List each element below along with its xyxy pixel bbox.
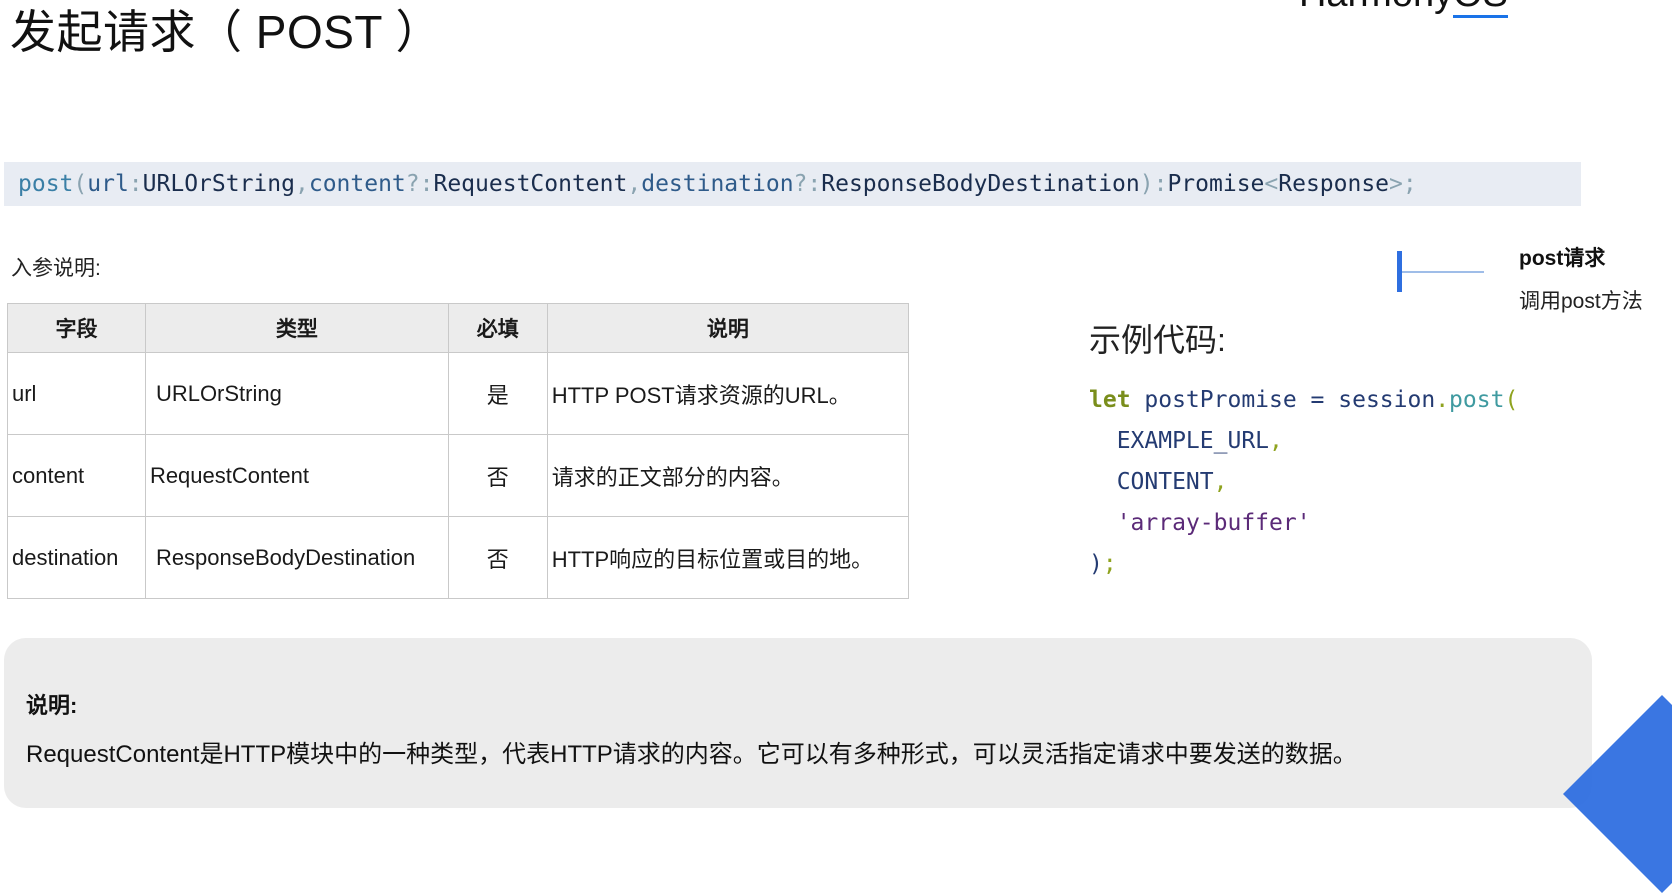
parameter-table: 字段 类型 必填 说明 url URLOrString 是 HTTP POST请… bbox=[7, 303, 910, 599]
cell-field: destination bbox=[7, 516, 146, 599]
sig-return-inner: Response bbox=[1278, 171, 1390, 197]
cell-description: HTTP POST请求资源的URL。 bbox=[546, 352, 910, 435]
header-required: 必填 bbox=[447, 303, 548, 353]
sig-param-url: url bbox=[87, 171, 129, 197]
code-line: 'array-buffer' bbox=[1089, 503, 1518, 544]
cell-type: ResponseBodyDestination bbox=[144, 516, 449, 599]
cell-required: 否 bbox=[447, 516, 548, 599]
code-arg-string: 'array-buffer' bbox=[1116, 510, 1311, 536]
sig-comma: , bbox=[627, 171, 642, 197]
cell-required: 否 bbox=[447, 434, 548, 517]
cell-required: 是 bbox=[447, 352, 548, 435]
note-text: RequestContent是HTTP模块中的一种类型，代表HTTP请求的内容。… bbox=[26, 741, 1357, 768]
sig-open: ( bbox=[73, 171, 88, 197]
page-title: 发起请求（ POST ） bbox=[10, 6, 442, 58]
sig-close: ): bbox=[1139, 171, 1168, 197]
cell-field: content bbox=[7, 434, 146, 517]
note-box: 说明: RequestContent是HTTP模块中的一种类型，代表HTTP请求… bbox=[4, 638, 1592, 808]
code-semi: ; bbox=[1102, 551, 1117, 577]
table-row: content RequestContent 否 请求的正文部分的内容。 bbox=[7, 434, 910, 517]
code-paren: ( bbox=[1504, 387, 1519, 413]
params-label: 入参说明: bbox=[11, 257, 101, 280]
annotation-connector bbox=[1402, 271, 1484, 273]
sig-type-content: RequestContent bbox=[433, 171, 628, 197]
sig-lt: < bbox=[1264, 171, 1279, 197]
header-field: 字段 bbox=[7, 303, 146, 353]
annotation-title: post请求 bbox=[1519, 247, 1606, 270]
brand-os: OS bbox=[1453, 0, 1508, 18]
brand-text: Harmony bbox=[1299, 0, 1453, 15]
table-row: url URLOrString 是 HTTP POST请求资源的URL。 bbox=[7, 352, 910, 435]
sig-return-type: Promise bbox=[1167, 171, 1265, 197]
code-line: EXAMPLE_URL, bbox=[1089, 421, 1518, 462]
code-fn: post bbox=[1449, 387, 1505, 413]
code-var: postPromise = session bbox=[1130, 387, 1436, 413]
code-keyword: let bbox=[1089, 387, 1131, 413]
code-comma: , bbox=[1213, 469, 1228, 495]
code-arg-url: EXAMPLE_URL bbox=[1089, 428, 1270, 454]
sig-type-url: URLOrString bbox=[142, 171, 295, 197]
example-title: 示例代码: bbox=[1089, 322, 1226, 358]
header-description: 说明 bbox=[546, 303, 910, 353]
code-arg-content: CONTENT bbox=[1089, 469, 1214, 495]
cell-description: HTTP响应的目标位置或目的地。 bbox=[546, 516, 910, 599]
sig-sep: : bbox=[128, 171, 143, 197]
sig-end: >; bbox=[1389, 171, 1417, 197]
sig-param-destination: destination bbox=[641, 171, 794, 197]
code-line: CONTENT, bbox=[1089, 462, 1518, 503]
cell-type: URLOrString bbox=[144, 352, 449, 435]
code-line: ); bbox=[1089, 544, 1518, 585]
method-signature: post(url: URLOrString, content?: Request… bbox=[4, 162, 1581, 206]
table-header-row: 字段 类型 必填 说明 bbox=[7, 303, 910, 353]
cell-description: 请求的正文部分的内容。 bbox=[546, 434, 910, 517]
cell-field: url bbox=[7, 352, 146, 435]
code-block: let postPromise = session.post( EXAMPLE_… bbox=[1089, 380, 1518, 585]
sig-type-destination: ResponseBodyDestination bbox=[821, 171, 1140, 197]
sig-function: post bbox=[18, 171, 74, 197]
code-dot: . bbox=[1435, 387, 1450, 413]
code-line: let postPromise = session.post( bbox=[1089, 380, 1518, 421]
brand-logo: HarmonyOS bbox=[1299, 0, 1508, 18]
code-comma: , bbox=[1269, 428, 1283, 454]
sig-param-content: content bbox=[308, 171, 406, 197]
sig-sep: ?: bbox=[793, 171, 822, 197]
cell-type: RequestContent bbox=[144, 434, 449, 517]
header-type: 类型 bbox=[144, 303, 449, 353]
sig-sep: ?: bbox=[405, 171, 434, 197]
sig-comma: , bbox=[294, 171, 309, 197]
table-row: destination ResponseBodyDestination 否 HT… bbox=[7, 516, 910, 599]
code-close: ) bbox=[1089, 551, 1103, 577]
note-title: 说明: bbox=[26, 693, 78, 718]
annotation-description: 调用post方法 bbox=[1519, 290, 1643, 313]
